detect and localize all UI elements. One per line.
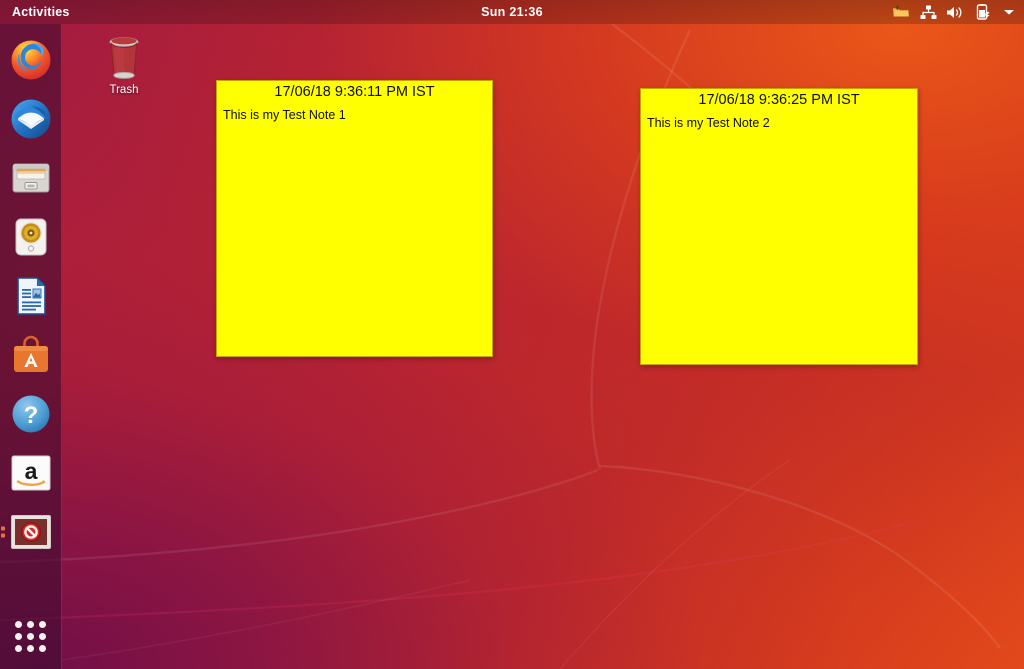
sticky-note[interactable]: 17/06/18 9:36:25 PM IST This is my Test … <box>640 88 918 365</box>
blocked-window-icon <box>9 510 53 554</box>
dock-item-firefox[interactable] <box>0 30 62 89</box>
desktop-icon-label: Trash <box>109 84 139 96</box>
dock-item-xpad-notes[interactable] <box>0 502 62 561</box>
svg-text:a: a <box>24 458 37 484</box>
dock-item-libreoffice-writer[interactable] <box>0 266 62 325</box>
dock-item-help[interactable]: ? <box>0 384 62 443</box>
apps-grid-icon <box>15 620 46 652</box>
dock-item-amazon[interactable]: a <box>0 443 62 502</box>
note-body[interactable]: This is my Test Note 1 <box>217 101 492 122</box>
firefox-icon <box>9 38 53 82</box>
amazon-icon: a <box>9 451 53 495</box>
sticky-note[interactable]: 17/06/18 9:36:11 PM IST This is my Test … <box>216 80 493 357</box>
dock: ? a <box>0 24 62 669</box>
show-applications-button[interactable] <box>0 607 62 665</box>
thunderbird-icon <box>9 97 53 141</box>
note-body[interactable]: This is my Test Note 2 <box>641 109 917 130</box>
system-tray <box>892 0 1018 24</box>
battery-icon[interactable] <box>973 3 991 21</box>
folder-indicator-icon[interactable] <box>892 3 910 21</box>
network-icon[interactable] <box>919 3 937 21</box>
running-indicator <box>0 526 5 537</box>
libreoffice-writer-icon <box>9 274 53 318</box>
rhythmbox-icon <box>9 215 53 259</box>
dock-item-files[interactable] <box>0 148 62 207</box>
help-icon: ? <box>9 392 53 436</box>
trash-icon <box>86 32 162 82</box>
note-title: 17/06/18 9:36:25 PM IST <box>698 92 860 108</box>
dock-item-ubuntu-software[interactable] <box>0 325 62 384</box>
activities-button[interactable]: Activities <box>0 0 80 24</box>
files-icon <box>9 156 53 200</box>
volume-icon[interactable] <box>946 3 964 21</box>
chevron-down-icon[interactable] <box>1000 3 1018 21</box>
clock[interactable]: Sun 21:36 <box>0 5 1024 19</box>
svg-text:?: ? <box>23 402 38 429</box>
dock-item-thunderbird[interactable] <box>0 89 62 148</box>
dock-item-rhythmbox[interactable] <box>0 207 62 266</box>
desktop-screen: Activities Sun 21:36 ? a Trash 17/06/18 … <box>0 0 1024 669</box>
ubuntu-software-icon <box>9 333 53 377</box>
desktop-icon-trash[interactable]: Trash <box>86 32 162 96</box>
note-title: 17/06/18 9:36:11 PM IST <box>274 84 435 100</box>
top-bar: Activities Sun 21:36 <box>0 0 1024 24</box>
